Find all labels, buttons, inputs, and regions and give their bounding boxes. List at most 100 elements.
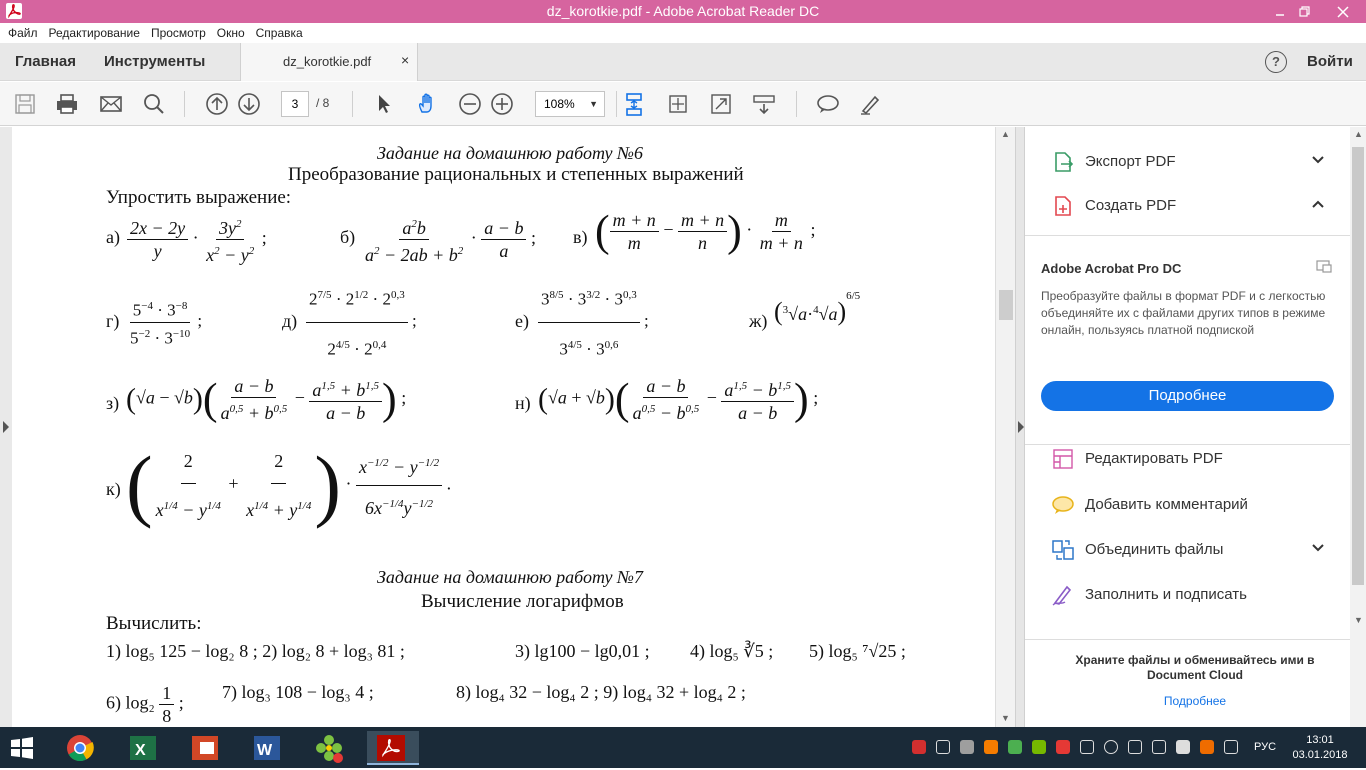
comment-icon[interactable] [816, 92, 840, 116]
menu-file[interactable]: Файл [8, 26, 38, 40]
scroll-mode-icon[interactable] [622, 92, 646, 116]
highlight-pen-icon[interactable] [858, 92, 882, 116]
tray-app-icon[interactable] [1056, 740, 1070, 754]
fill-sign-icon [1051, 583, 1075, 607]
next-page-icon[interactable] [237, 92, 261, 116]
menu-view[interactable]: Просмотр [151, 26, 206, 40]
menu-edit[interactable]: Редактирование [49, 26, 140, 40]
tray-app-icon[interactable] [1008, 740, 1022, 754]
log-row5: 6) log₂ 18 ; [106, 683, 184, 726]
restore-button[interactable] [1290, 0, 1320, 23]
scroll-thumb[interactable] [1352, 147, 1364, 585]
scroll-down-icon[interactable]: ▼ [1354, 615, 1363, 625]
tray-network-icon[interactable] [1176, 740, 1190, 754]
panel-collapse-handle[interactable] [1015, 127, 1025, 727]
task7-subtitle: Вычисление логарифмов [421, 591, 624, 612]
task7-title: Задание на домашнюю работу №7 [377, 567, 644, 587]
clock-time: 13:01 [1306, 734, 1334, 746]
toolbar-separator [796, 91, 797, 117]
scroll-up-icon[interactable]: ▲ [1354, 129, 1363, 139]
chevron-down-icon [1311, 541, 1325, 558]
close-window-button[interactable] [1320, 0, 1366, 23]
tray-app-icon[interactable] [1128, 740, 1142, 754]
language-indicator[interactable]: РУС [1254, 741, 1276, 753]
panel-item-create[interactable]: Создать PDF [1025, 186, 1350, 226]
hand-tool-icon[interactable] [415, 92, 439, 116]
menu-window[interactable]: Окно [217, 26, 245, 40]
window-title: dz_korotkie.pdf - Adobe Acrobat Reader D… [546, 3, 820, 19]
panel-item-edit[interactable]: Редактировать PDF [1025, 439, 1350, 479]
rotate-view-icon[interactable] [752, 92, 776, 116]
tray-lock-icon[interactable] [960, 740, 974, 754]
panel-item-combine[interactable]: Объединить файлы [1025, 530, 1350, 570]
flower-app-icon[interactable] [312, 731, 346, 765]
tray-shield-icon[interactable] [936, 740, 950, 754]
excel-icon[interactable]: X [126, 731, 160, 765]
word-icon[interactable]: W [250, 731, 284, 765]
item-label: ж) [749, 311, 768, 331]
page-number-input[interactable]: 3 [281, 91, 309, 117]
help-icon[interactable]: ? [1265, 51, 1287, 73]
close-tab-icon[interactable]: × [401, 52, 409, 68]
formula-e: 38/5 · 33/2 · 30,3 34/5 · 30,6 ; [538, 273, 649, 371]
log-row1: 1) log₅ 125 − log₂ 8 ; 2) log₂ 8 + log₃ … [106, 641, 405, 661]
scroll-up-icon[interactable]: ▲ [1001, 129, 1010, 139]
tray-flag-icon[interactable] [1152, 740, 1166, 754]
item-label: к) [106, 479, 121, 499]
menu-help[interactable]: Справка [256, 26, 303, 40]
mail-icon[interactable] [99, 92, 123, 116]
panel-item-fill-sign[interactable]: Заполнить и подписать [1025, 575, 1350, 615]
clock-date: 03.01.2018 [1292, 749, 1348, 761]
login-button[interactable]: Войти [1307, 53, 1353, 70]
search-icon[interactable] [142, 92, 166, 116]
previous-page-icon[interactable] [205, 92, 229, 116]
tray-volume-icon[interactable] [1200, 740, 1214, 754]
cloud-learn-more-link[interactable]: Подробнее [1055, 694, 1335, 708]
document-scrollbar[interactable]: ▲ ▼ [995, 127, 1015, 727]
tray-app-icon[interactable] [984, 740, 998, 754]
print-icon[interactable] [55, 92, 79, 116]
clock[interactable]: 13:01 03.01.2018 [1290, 733, 1350, 763]
task6-title: Задание на домашнюю работу №6 [377, 143, 644, 163]
tray-nvidia-icon[interactable] [1032, 740, 1046, 754]
right-tools-panel: Экспорт PDF Создать PDF Adobe Acrobat Pr… [1025, 127, 1350, 727]
learn-more-button[interactable]: Подробнее [1041, 381, 1334, 411]
panel-item-comment[interactable]: Добавить комментарий [1025, 485, 1350, 525]
create-pdf-label: Создать PDF [1085, 197, 1177, 214]
presentation-app-icon[interactable] [188, 731, 222, 765]
tab-document-label: dz_korotkie.pdf [283, 54, 372, 69]
comment-label: Добавить комментарий [1085, 496, 1248, 513]
tray-app-icon[interactable] [912, 740, 926, 754]
chrome-icon[interactable] [63, 731, 97, 765]
panel-item-export[interactable]: Экспорт PDF [1025, 142, 1350, 182]
select-cursor-icon[interactable] [372, 92, 396, 116]
item-label: з) [106, 393, 120, 413]
zoom-out-icon[interactable] [458, 92, 482, 116]
task7-instruction: Вычислить: [106, 613, 202, 634]
start-windows-icon[interactable] [5, 731, 39, 765]
tray-usb-icon[interactable] [1080, 740, 1094, 754]
chevron-up-icon [1311, 197, 1325, 214]
toolbar-separator [352, 91, 353, 117]
title-bar: dz_korotkie.pdf - Adobe Acrobat Reader D… [0, 0, 1366, 23]
tab-document[interactable]: dz_korotkie.pdf × [240, 43, 418, 81]
scroll-thumb[interactable] [999, 290, 1013, 320]
left-panel-collapsed[interactable] [0, 127, 12, 727]
tray-keyboard-icon[interactable] [1224, 740, 1238, 754]
main-area: Задание на домашнюю работу №6 Преобразов… [0, 127, 1366, 727]
zoom-in-icon[interactable] [490, 92, 514, 116]
promo-description: Преобразуйте файлы в формат PDF и с легк… [1041, 289, 1326, 337]
chevron-down-icon: ▼ [589, 99, 598, 109]
comment-icon [1051, 493, 1075, 517]
fullscreen-icon[interactable] [709, 92, 733, 116]
save-icon[interactable] [13, 92, 37, 116]
tab-home[interactable]: Главная [15, 53, 76, 70]
scroll-down-icon[interactable]: ▼ [1001, 713, 1010, 723]
tab-tools[interactable]: Инструменты [104, 53, 205, 70]
acrobat-taskbar-icon[interactable] [367, 731, 419, 765]
panel-scrollbar[interactable]: ▲ ▼ [1350, 127, 1366, 727]
fit-page-icon[interactable] [666, 92, 690, 116]
tray-headphones-icon[interactable] [1104, 740, 1118, 754]
zoom-select[interactable]: 108% ▼ [535, 91, 605, 117]
document-cloud-box: Храните файлы и обменивайтесь ими в Docu… [1025, 639, 1350, 727]
